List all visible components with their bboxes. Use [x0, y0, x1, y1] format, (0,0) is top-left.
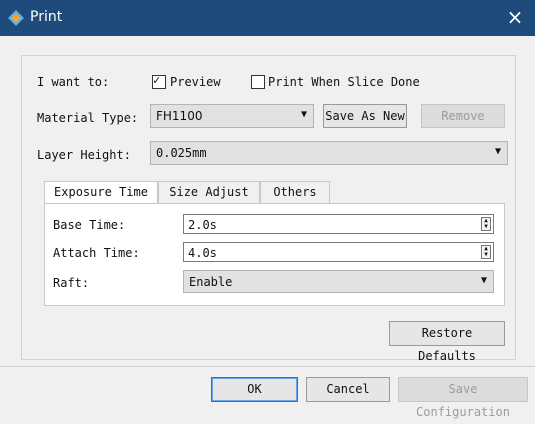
checkmark-icon: ✓ — [153, 73, 161, 87]
i-want-to-label: I want to: — [37, 75, 110, 89]
tab-size-adjust[interactable]: Size Adjust — [158, 181, 260, 203]
attach-time-value: 4.0s — [188, 246, 217, 260]
cancel-button[interactable]: Cancel — [306, 377, 390, 402]
material-type-value: FH1100 — [156, 109, 203, 123]
spin-down-icon[interactable]: ▼ — [482, 224, 490, 230]
base-time-value: 2.0s — [188, 218, 217, 232]
chevron-down-icon: ▼ — [480, 275, 487, 286]
footer-divider — [0, 366, 535, 367]
ok-button[interactable]: OK — [211, 377, 298, 402]
tab-exposure-time[interactable]: Exposure Time — [44, 181, 158, 204]
window-title: Print — [30, 9, 63, 25]
raft-value: Enable — [189, 275, 233, 289]
title-bar: Print × — [0, 0, 535, 36]
raft-dropdown[interactable]: Enable ▼ — [183, 270, 494, 293]
chevron-down-icon: ▼ — [300, 109, 307, 120]
attach-time-spinbox[interactable]: 4.0s ▲ ▼ — [183, 242, 494, 262]
close-icon[interactable]: × — [503, 4, 527, 30]
spin-arrows-icon[interactable]: ▲ ▼ — [481, 245, 491, 259]
layer-height-value: 0.025mm — [156, 146, 207, 160]
spin-down-icon[interactable]: ▼ — [482, 252, 490, 258]
raft-label: Raft: — [53, 276, 90, 290]
base-time-spinbox[interactable]: 2.0s ▲ ▼ — [183, 214, 494, 234]
material-type-label: Material Type: — [37, 111, 139, 125]
attach-time-label: Attach Time: — [53, 246, 140, 260]
exposure-time-panel: Base Time: 2.0s ▲ ▼ Attach Time: 4.0s ▲ … — [44, 203, 505, 306]
layer-height-label: Layer Height: — [37, 148, 131, 162]
app-logo-icon — [8, 10, 24, 26]
tab-others[interactable]: Others — [260, 181, 330, 203]
material-type-dropdown[interactable]: FH1100 ▼ — [150, 104, 314, 128]
spin-arrows-icon[interactable]: ▲ ▼ — [481, 217, 491, 231]
remove-button[interactable]: Remove — [421, 104, 505, 128]
save-as-new-button[interactable]: Save As New — [323, 104, 407, 128]
restore-defaults-button[interactable]: Restore Defaults — [389, 321, 505, 363]
layer-height-dropdown[interactable]: 0.025mm ▼ — [150, 141, 508, 165]
base-time-label: Base Time: — [53, 218, 126, 232]
print-when-slice-done-label[interactable]: Print When Slice Done — [268, 75, 420, 89]
save-configuration-button[interactable]: Save Configuration — [398, 377, 528, 419]
print-when-slice-done-checkbox[interactable] — [251, 75, 265, 89]
preview-label[interactable]: Preview — [170, 75, 221, 89]
preview-checkbox[interactable]: ✓ — [152, 73, 166, 89]
chevron-down-icon: ▼ — [494, 146, 501, 157]
